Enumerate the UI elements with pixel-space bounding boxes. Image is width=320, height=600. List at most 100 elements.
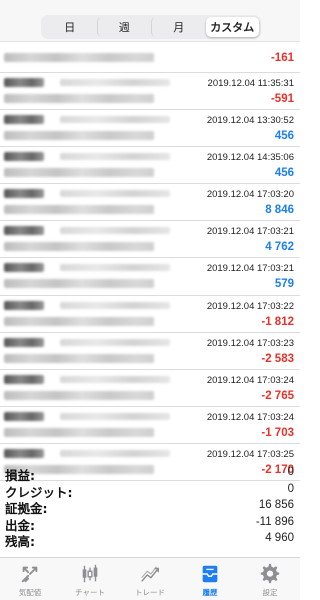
top-bar: 日 週 月 カスタム	[0, 0, 300, 42]
deal-history-list: -161 2019.12.04 11:35:31 -591 2019.12.04…	[0, 43, 300, 482]
redacted-symbol	[4, 226, 44, 236]
redacted-symbol	[4, 115, 44, 125]
deal-time: 2019.12.04 17:03:21	[206, 263, 294, 275]
deal-time: 2019.12.04 17:03:24	[206, 411, 294, 423]
deal-profit: 456	[274, 167, 294, 180]
deal-row[interactable]: 2019.12.04 17:03:21 4 762	[0, 221, 300, 259]
chart-icon	[82, 564, 98, 583]
deal-time: 2019.12.04 17:03:22	[206, 300, 294, 312]
redacted-text	[60, 338, 170, 346]
redacted-symbol	[4, 263, 44, 273]
deal-profit: 4 762	[265, 241, 294, 254]
tab-label: チャート	[75, 588, 105, 597]
redacted-text	[60, 375, 170, 383]
deal-row[interactable]: 2019.12.04 17:03:24 -2 765	[0, 370, 300, 407]
deal-time: 2019.12.04 17:03:25	[206, 448, 294, 460]
deal-row[interactable]: 2019.12.04 17:03:22 -1 812	[0, 296, 300, 333]
redacted-text	[60, 190, 170, 198]
summary-value: 0	[287, 482, 294, 495]
redacted-text	[4, 279, 154, 289]
redacted-symbol	[4, 337, 44, 347]
redacted-text	[4, 168, 154, 178]
deal-row[interactable]: 2019.12.04 14:35:06 456	[0, 147, 300, 185]
redacted-symbol	[4, 411, 44, 421]
quotes-icon	[21, 566, 38, 583]
tab-label: 設定	[262, 588, 278, 597]
deal-profit: -2 765	[261, 389, 294, 402]
summary-value: -11 896	[255, 515, 294, 528]
summary-row-deposit: 証拠金: 16 856	[0, 498, 300, 516]
redacted-symbol	[4, 374, 44, 384]
tab-quotes[interactable]: 気配値	[0, 558, 60, 600]
account-summary: 損益: 0 クレジット: 0 証拠金: 16 856 出金: -11 896 残…	[0, 465, 300, 550]
summary-row-balance: 残高: 4 960	[0, 531, 300, 550]
deal-time: 2019.12.04 13:30:52	[206, 115, 294, 127]
deal-time: 2019.12.04 11:35:31	[207, 78, 294, 89]
summary-value: 4 960	[265, 532, 294, 545]
deal-row[interactable]: -161	[0, 43, 300, 73]
redacted-text	[4, 390, 154, 400]
summary-row-credit: クレジット: 0	[0, 482, 300, 500]
deal-profit: -591	[270, 93, 294, 105]
deal-profit: -161	[270, 52, 294, 64]
period-tab-day[interactable]: 日	[43, 17, 97, 37]
deal-profit: 8 846	[265, 204, 294, 217]
period-tab-custom[interactable]: カスタム	[205, 17, 259, 37]
deal-row[interactable]: 2019.12.04 11:35:31 -591	[0, 73, 300, 111]
redacted-symbol	[4, 189, 44, 199]
deal-profit: 456	[274, 130, 294, 143]
redacted-text	[4, 242, 154, 252]
redacted-text	[60, 79, 170, 86]
redacted-text	[60, 227, 170, 235]
bottom-tab-bar: 気配値 チャート トレード 履歴 設定	[0, 557, 300, 600]
deal-time: 2019.12.04 14:35:06	[206, 152, 294, 164]
deal-row[interactable]: 2019.12.04 17:03:20 8 846	[0, 184, 300, 222]
deal-time: 2019.12.04 17:03:21	[206, 226, 294, 238]
redacted-symbol	[4, 78, 44, 87]
redacted-symbol	[4, 300, 44, 310]
redacted-text	[4, 427, 154, 437]
redacted-text	[60, 412, 170, 420]
summary-label: 残高:	[5, 534, 35, 550]
tab-history[interactable]: 履歴	[180, 558, 240, 600]
settings-icon	[260, 563, 280, 584]
redacted-text	[60, 449, 170, 457]
deal-time: 2019.12.04 17:03:20	[206, 189, 294, 201]
period-segmented-control: 日 週 月 カスタム	[41, 15, 261, 39]
deal-row[interactable]: 2019.12.04 17:03:23 -2 583	[0, 333, 300, 370]
tab-label: 履歴	[202, 588, 218, 597]
redacted-text	[4, 53, 154, 62]
tab-label: 気配値	[18, 588, 42, 597]
deal-row[interactable]: 2019.12.04 13:30:52 456	[0, 110, 300, 148]
summary-value: 16 856	[258, 499, 294, 512]
trade-icon	[141, 566, 159, 582]
redacted-text	[4, 205, 154, 215]
redacted-text	[4, 353, 154, 363]
deal-profit: 579	[274, 278, 294, 291]
tab-chart[interactable]: チャート	[60, 558, 120, 600]
summary-row-withdrawal: 出金: -11 896	[0, 515, 300, 533]
deal-row[interactable]: 2019.12.04 17:03:24 -1 703	[0, 407, 300, 444]
redacted-text	[60, 264, 170, 272]
redacted-text	[60, 301, 170, 309]
deal-time: 2019.12.04 17:03:24	[206, 374, 294, 386]
tab-label: トレード	[135, 588, 165, 597]
redacted-text	[4, 131, 154, 141]
tab-trade[interactable]: トレード	[120, 558, 180, 600]
summary-value: 0	[287, 466, 294, 478]
deal-profit: -1 812	[261, 315, 294, 328]
period-tab-month[interactable]: 月	[151, 17, 206, 37]
history-icon	[202, 565, 218, 583]
summary-row-profit: 損益: 0	[0, 465, 300, 483]
redacted-text	[60, 153, 170, 161]
period-tab-week[interactable]: 週	[96, 17, 152, 37]
deal-row[interactable]: 2019.12.04 17:03:21 579	[0, 258, 300, 296]
redacted-text	[60, 116, 170, 124]
deal-time: 2019.12.04 17:03:23	[206, 337, 294, 349]
deal-profit: -2 583	[261, 352, 294, 365]
redacted-symbol	[4, 152, 44, 162]
deal-profit: -1 703	[261, 426, 294, 439]
redacted-symbol	[4, 448, 44, 458]
tab-settings[interactable]: 設定	[240, 558, 300, 600]
redacted-text	[4, 94, 154, 103]
